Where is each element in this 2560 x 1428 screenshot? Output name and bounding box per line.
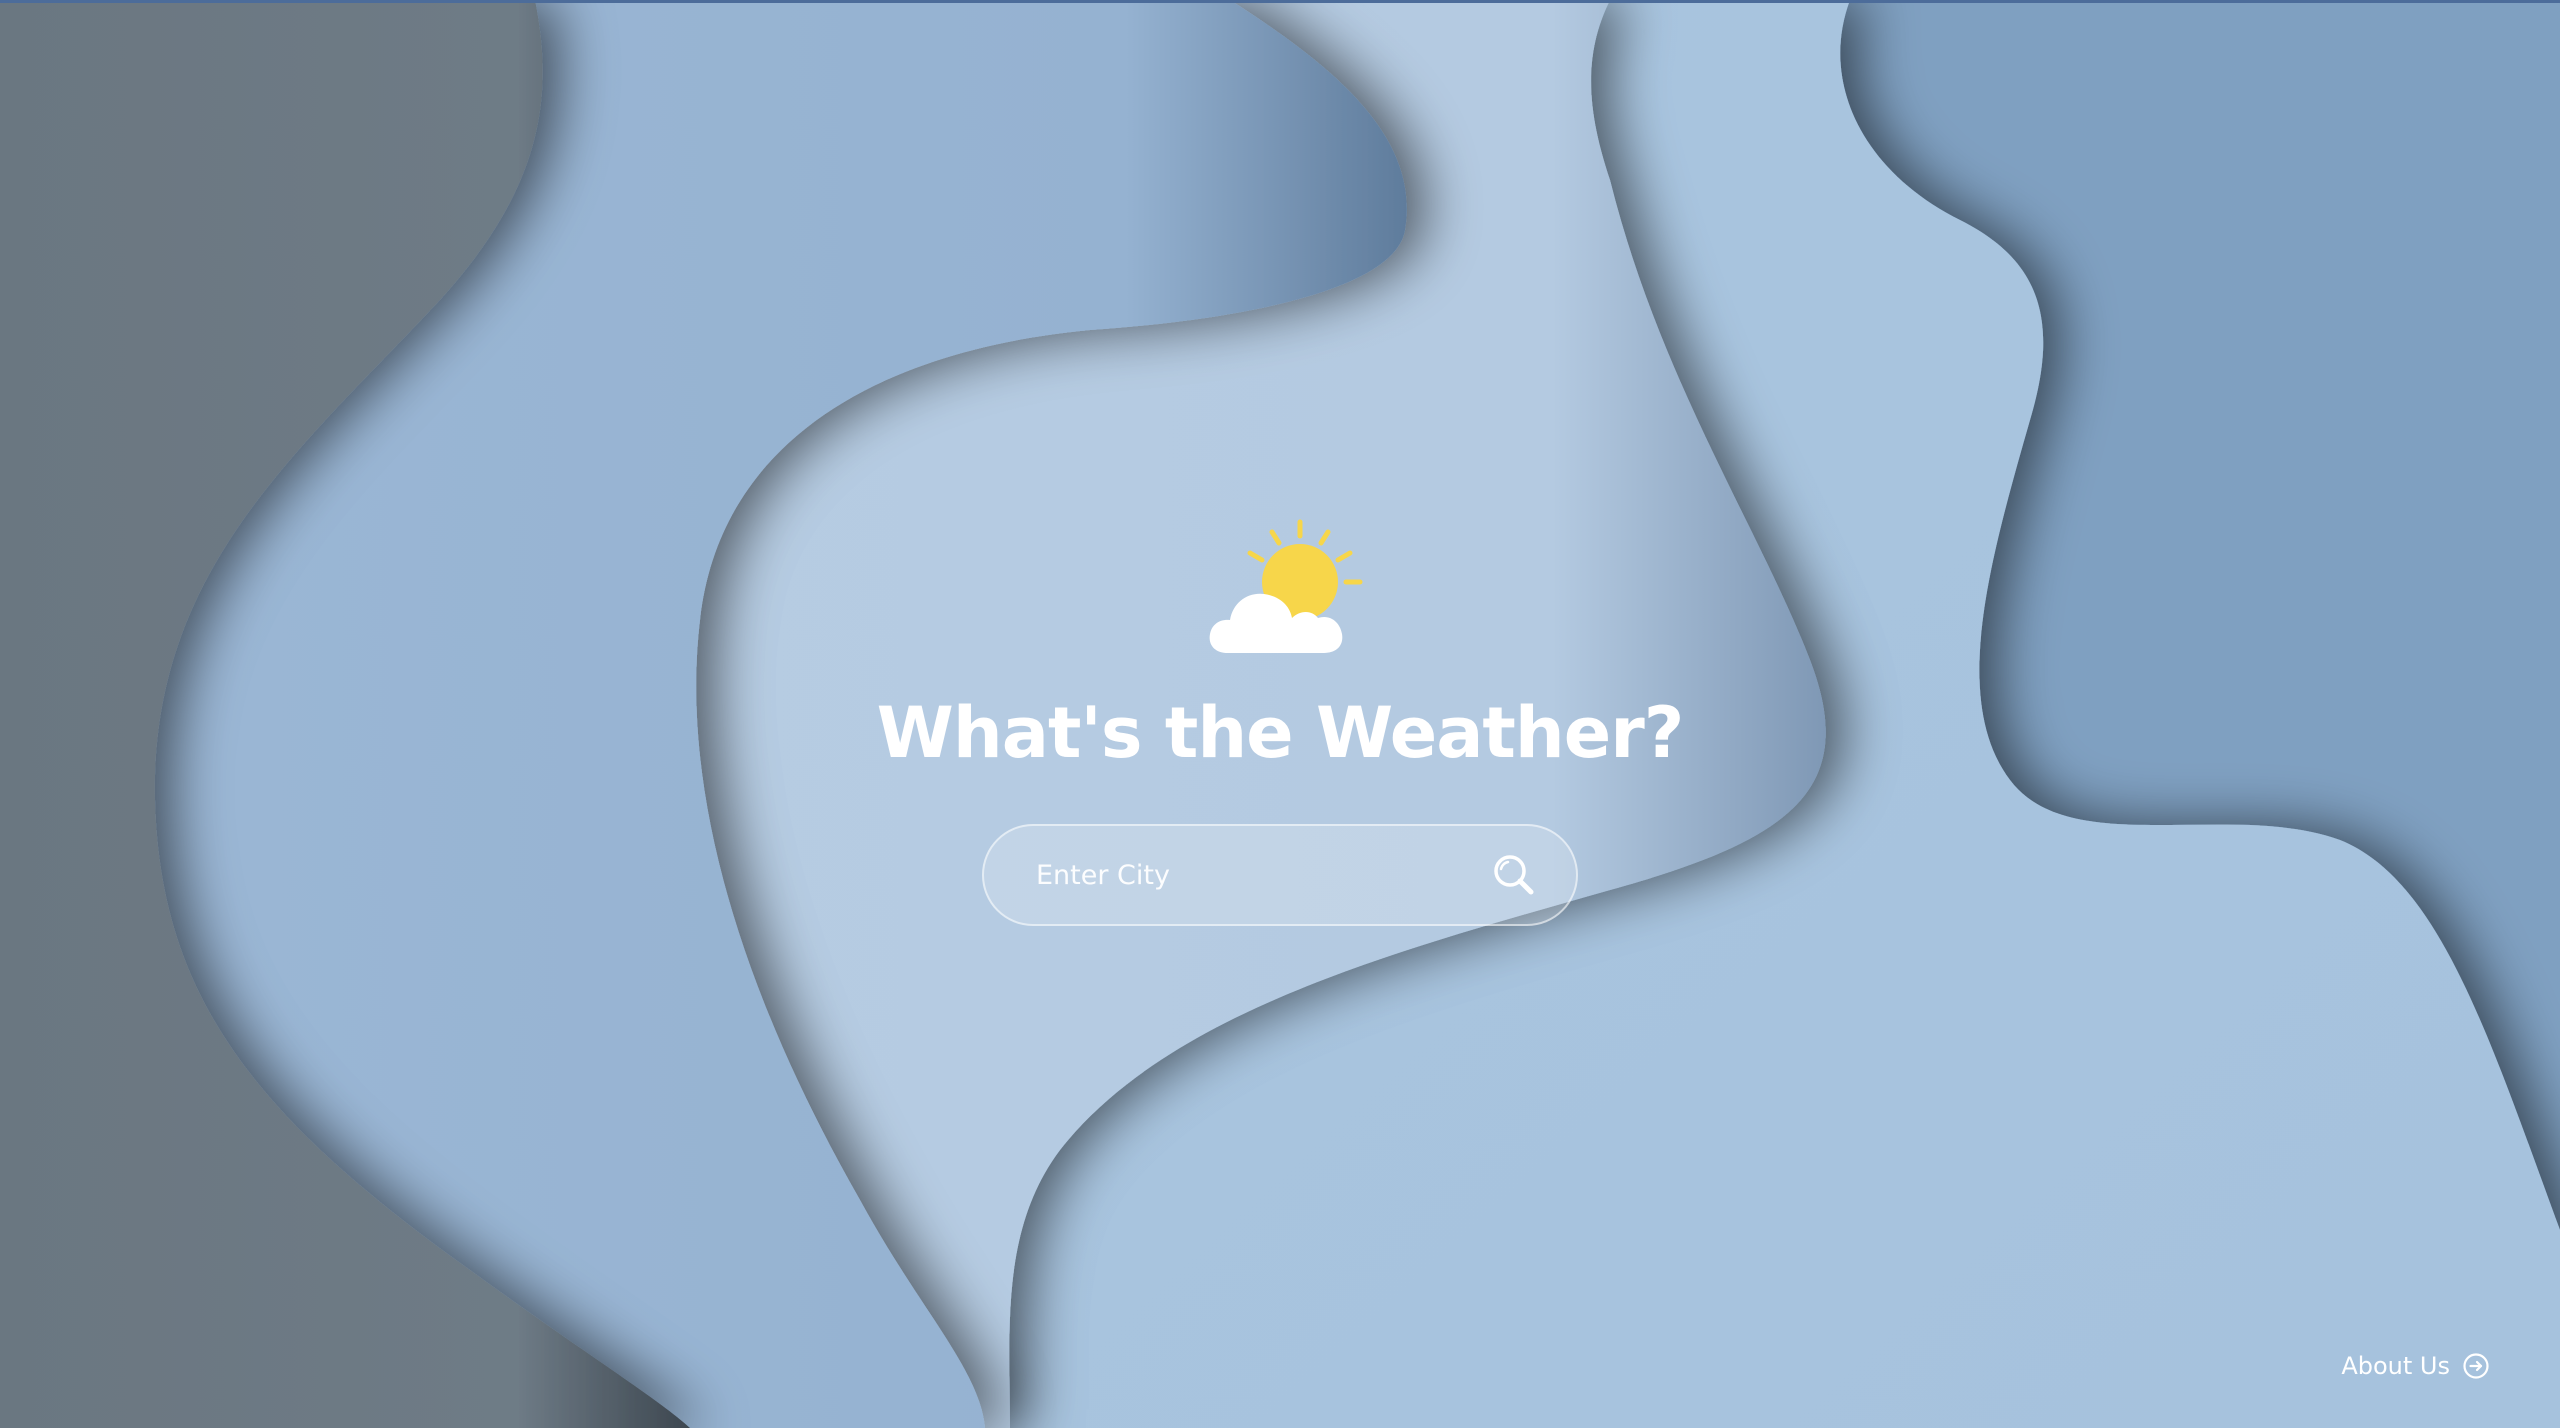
page: What's the Weather? About Us bbox=[0, 0, 2560, 1428]
arrow-right-circle-icon bbox=[2463, 1353, 2489, 1379]
main-content: What's the Weather? bbox=[0, 510, 2560, 926]
top-accent-line bbox=[0, 0, 2560, 3]
about-us-link[interactable]: About Us bbox=[2341, 1352, 2490, 1380]
partly-cloudy-icon bbox=[1209, 519, 1363, 653]
city-search-input[interactable] bbox=[1034, 844, 1490, 906]
city-search-form bbox=[982, 824, 1578, 926]
search-button[interactable] bbox=[1490, 851, 1538, 899]
search-icon bbox=[1494, 855, 1534, 895]
page-title: What's the Weather? bbox=[876, 692, 1685, 774]
about-us-label: About Us bbox=[2341, 1352, 2450, 1380]
